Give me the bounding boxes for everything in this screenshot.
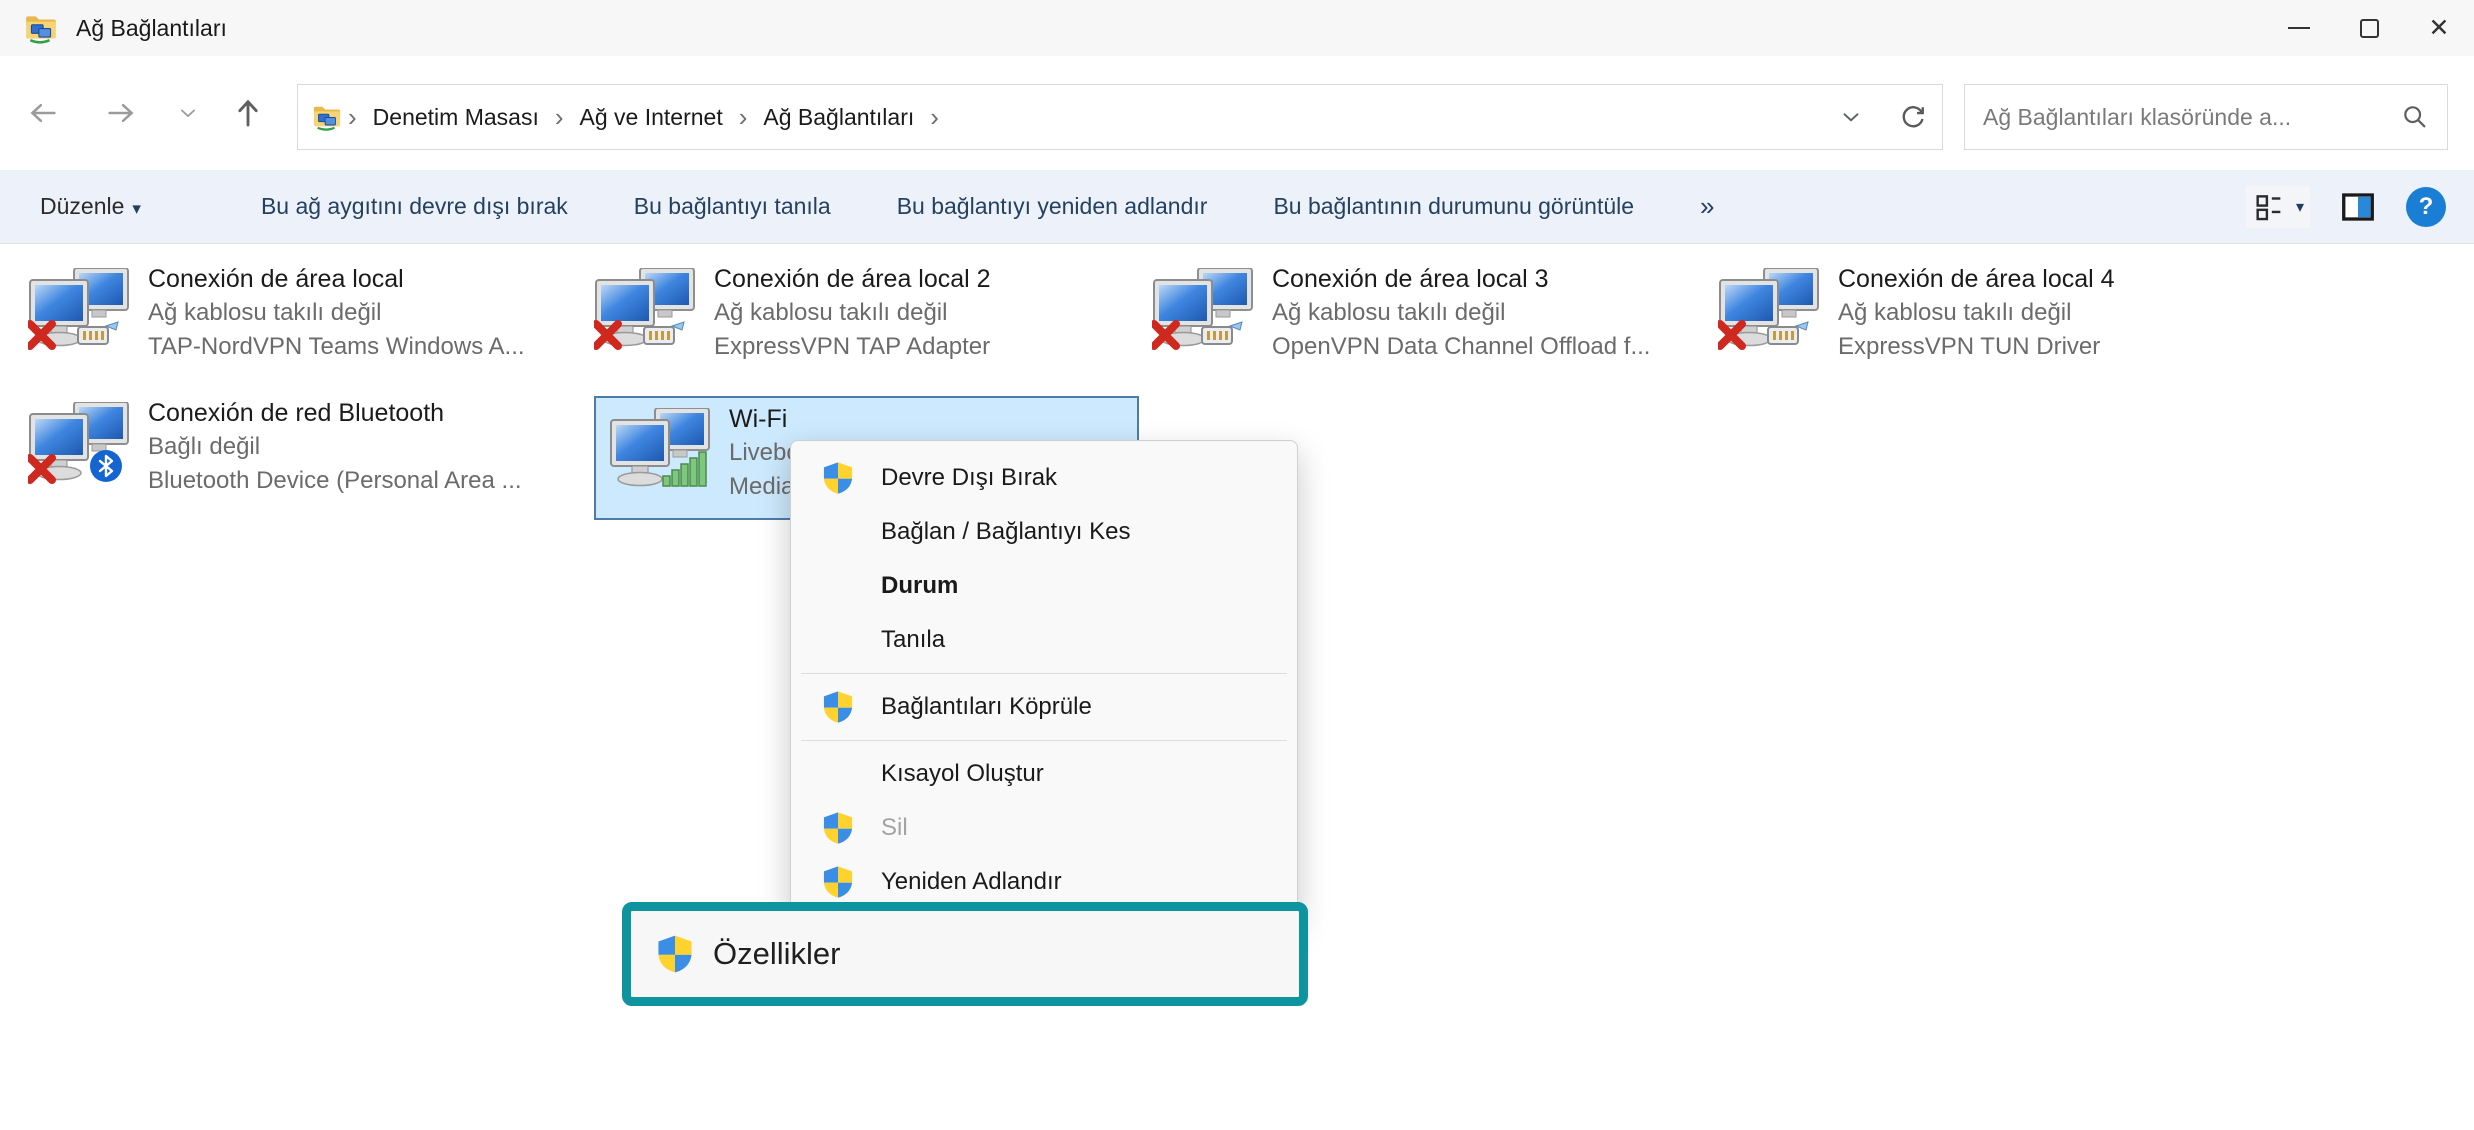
connection-status: Ağ kablosu takılı değil — [148, 296, 525, 330]
window-controls: ✕ — [2264, 0, 2474, 56]
menu-item-label: Kısayol Oluştur — [881, 760, 1044, 788]
search-input[interactable] — [1983, 104, 2401, 131]
menu-item-label: Sil — [881, 814, 908, 842]
address-bar[interactable]: › Denetim Masası › Ağ ve Internet › Ağ B… — [297, 84, 1943, 150]
toolbar-right-icons: ▾ ? — [2246, 186, 2446, 228]
toolbar-command-rename[interactable]: Bu bağlantıyı yeniden adlandır — [897, 193, 1208, 220]
connection-name: Conexión de área local 2 — [714, 262, 991, 296]
connection-tile-bluetooth[interactable]: Conexión de red Bluetooth Bağlı değil Bl… — [28, 396, 573, 520]
up-icon[interactable] — [230, 95, 266, 131]
toolbar-more-button[interactable]: » — [1700, 191, 1714, 222]
connection-name: Conexión de red Bluetooth — [148, 396, 522, 430]
connection-status: Ağ kablosu takılı değil — [1838, 296, 2115, 330]
menu-item-status[interactable]: Durum — [791, 559, 1297, 613]
breadcrumb-chevron-icon[interactable]: › — [555, 102, 564, 133]
view-mode-button[interactable]: ▾ — [2246, 186, 2310, 228]
organize-label: Düzenle — [40, 193, 124, 219]
menu-item-delete: Sil — [791, 801, 1297, 855]
refresh-icon[interactable] — [1898, 102, 1928, 132]
menu-item-label: Bağlan / Bağlantıyı Kes — [881, 518, 1131, 546]
menu-item-label: Devre Dışı Bırak — [881, 464, 1057, 492]
menu-item-bridge-connections[interactable]: Bağlantıları Köprüle — [791, 680, 1297, 734]
breadcrumb-item-control-panel[interactable]: Denetim Masası — [373, 104, 539, 131]
menu-item-properties-highlighted[interactable]: Özellikler — [622, 902, 1308, 1006]
uac-shield-icon — [821, 811, 855, 845]
minimize-icon — [2288, 27, 2310, 30]
connection-device: TAP-NordVPN Teams Windows A... — [148, 330, 525, 364]
breadcrumb-chevron-icon[interactable]: › — [739, 102, 748, 133]
connection-name: Conexión de área local 3 — [1272, 262, 1650, 296]
network-connections-window: Ağ Bağlantıları ✕ › Denetim Masası › Ağ … — [0, 0, 2474, 1130]
menu-item-rename[interactable]: Yeniden Adlandır — [791, 855, 1297, 909]
breadcrumb-chevron-icon[interactable]: › — [930, 102, 939, 133]
titlebar: Ağ Bağlantıları ✕ — [0, 0, 2474, 56]
connection-name: Conexión de área local — [148, 262, 525, 296]
organize-menu-button[interactable]: Düzenle ▾ — [40, 193, 141, 220]
connection-device: Bluetooth Device (Personal Area ... — [148, 464, 522, 498]
window-title: Ağ Bağlantıları — [76, 15, 227, 42]
toolbar-command-diagnose[interactable]: Bu bağlantıyı tanıla — [634, 193, 831, 220]
address-dropdown-chevron-icon[interactable] — [1838, 104, 1864, 130]
connection-tile-local-area-2[interactable]: Conexión de área local 2 Ağ kablosu takı… — [594, 262, 1139, 386]
navigation-bar: › Denetim Masası › Ağ ve Internet › Ağ B… — [0, 56, 2474, 170]
chevron-down-icon: ▾ — [132, 199, 141, 218]
minimize-button[interactable] — [2264, 0, 2334, 56]
recent-locations-chevron-icon[interactable] — [176, 101, 200, 125]
ethernet-disconnected-icon — [594, 268, 698, 354]
network-folder-icon — [24, 11, 58, 45]
connection-tile-local-area-3[interactable]: Conexión de área local 3 Ağ kablosu takı… — [1152, 262, 1697, 386]
menu-item-diagnose[interactable]: Tanıla — [791, 613, 1297, 667]
menu-separator — [801, 740, 1287, 741]
menu-item-create-shortcut[interactable]: Kısayol Oluştur — [791, 747, 1297, 801]
folder-content: Conexión de área local Ağ kablosu takılı… — [0, 245, 2474, 1130]
uac-shield-icon — [821, 690, 855, 724]
chevron-down-icon: ▾ — [2296, 197, 2304, 217]
wifi-connected-icon — [609, 408, 713, 494]
menu-item-label: Yeniden Adlandır — [881, 868, 1062, 896]
help-button[interactable]: ? — [2406, 187, 2446, 227]
close-icon: ✕ — [2429, 16, 2450, 41]
back-icon[interactable] — [26, 96, 60, 130]
menu-item-label: Bağlantıları Köprüle — [881, 693, 1092, 721]
connection-status: Ağ kablosu takılı değil — [714, 296, 991, 330]
breadcrumb-item-network-connections[interactable]: Ağ Bağlantıları — [763, 104, 914, 131]
ethernet-disconnected-icon — [1152, 268, 1256, 354]
uac-shield-icon — [821, 461, 855, 495]
connection-status: Ağ kablosu takılı değil — [1272, 296, 1650, 330]
menu-item-connect-disconnect[interactable]: Bağlan / Bağlantıyı Kes — [791, 505, 1297, 559]
search-icon[interactable] — [2401, 103, 2429, 131]
close-button[interactable]: ✕ — [2404, 0, 2474, 56]
address-location-icon — [312, 102, 342, 132]
ethernet-disconnected-icon — [1718, 268, 1822, 354]
uac-shield-icon — [821, 865, 855, 899]
toolbar-command-view-status[interactable]: Bu bağlantının durumunu görüntüle — [1273, 193, 1634, 220]
menu-item-label: Özellikler — [713, 936, 840, 972]
bluetooth-disconnected-icon — [28, 402, 132, 488]
connection-tile-local-area-4[interactable]: Conexión de área local 4 Ağ kablosu takı… — [1718, 262, 2263, 386]
forward-icon[interactable] — [104, 96, 138, 130]
menu-item-label: Durum — [881, 572, 958, 600]
connection-status: Bağlı değil — [148, 430, 522, 464]
connection-device: OpenVPN Data Channel Offload f... — [1272, 330, 1650, 364]
ethernet-disconnected-icon — [28, 268, 132, 354]
connection-device: ExpressVPN TUN Driver — [1838, 330, 2115, 364]
connection-name: Wi-Fi — [729, 402, 800, 436]
breadcrumb-item-network-internet[interactable]: Ağ ve Internet — [580, 104, 723, 131]
list-view-icon — [2252, 190, 2286, 224]
toolbar-command-disable-device[interactable]: Bu ağ aygıtını devre dışı bırak — [261, 193, 568, 220]
connection-name: Conexión de área local 4 — [1838, 262, 2115, 296]
menu-separator — [801, 673, 1287, 674]
menu-item-label: Tanıla — [881, 626, 945, 654]
command-toolbar: Düzenle ▾ Bu ağ aygıtını devre dışı bırak… — [0, 170, 2474, 244]
breadcrumb-chevron-icon[interactable]: › — [348, 102, 357, 133]
uac-shield-icon — [655, 934, 695, 974]
connection-device: ExpressVPN TAP Adapter — [714, 330, 991, 364]
connection-tile-local-area-1[interactable]: Conexión de área local Ağ kablosu takılı… — [28, 262, 573, 386]
maximize-icon — [2360, 19, 2379, 38]
menu-item-disable[interactable]: Devre Dışı Bırak — [791, 451, 1297, 505]
preview-pane-icon[interactable] — [2338, 189, 2378, 225]
wifi-context-menu: Devre Dışı Bırak Bağlan / Bağlantıyı Kes… — [790, 440, 1298, 920]
search-box[interactable] — [1964, 84, 2448, 150]
maximize-button[interactable] — [2334, 0, 2404, 56]
